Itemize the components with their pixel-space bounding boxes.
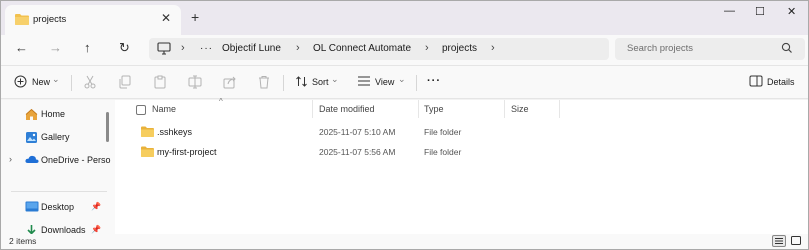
file-list: Name ^ Date modified Type Size .sshkeys … [115, 97, 808, 234]
pin-icon[interactable]: 📌 [91, 202, 101, 211]
navigation-bar: ← → ↑ ↻ › ··· Objectif Lune › OL Connect… [1, 35, 808, 65]
file-name: my-first-project [157, 147, 217, 157]
details-button[interactable]: Details [767, 77, 795, 87]
close-window-button[interactable]: ✕ [787, 5, 796, 18]
divider [283, 75, 284, 91]
up-button[interactable]: ↑ [84, 40, 91, 55]
new-tab-button[interactable]: + [191, 9, 199, 25]
new-button[interactable]: New [32, 77, 50, 87]
sidebar-item-onedrive[interactable]: › OneDrive - Perso [1, 151, 111, 171]
tab-projects[interactable]: projects ✕ [5, 5, 181, 35]
monitor-icon [157, 42, 171, 57]
more-options-button[interactable]: ··· [427, 75, 441, 87]
address-bar[interactable]: › ··· Objectif Lune › OL Connect Automat… [149, 38, 609, 60]
folder-icon [141, 146, 154, 159]
divider [71, 75, 72, 91]
details-view-button[interactable] [772, 235, 786, 247]
file-type: File folder [424, 127, 462, 137]
column-header-size[interactable]: Size [511, 104, 529, 114]
sidebar-scrollbar[interactable] [106, 112, 109, 142]
sidebar-item-gallery[interactable]: Gallery [1, 128, 111, 148]
tab-title: projects [33, 14, 67, 25]
gallery-icon [25, 131, 38, 146]
table-row[interactable]: .sshkeys 2025-11-07 5:10 AM File folder [115, 122, 808, 142]
sort-icon[interactable] [295, 75, 308, 90]
share-icon[interactable] [223, 75, 237, 91]
sidebar-item-downloads[interactable]: Downloads 📌 [1, 221, 111, 234]
folder-icon [141, 126, 154, 139]
rename-icon[interactable] [188, 75, 202, 91]
search-input[interactable]: Search projects [627, 43, 693, 54]
breadcrumb-separator: › [425, 42, 429, 54]
view-icon[interactable] [357, 75, 371, 89]
chevron-down-icon: ⌄ [331, 74, 339, 84]
folder-icon [15, 13, 29, 27]
breadcrumb-separator: › [491, 42, 495, 54]
column-header-date-modified[interactable]: Date modified [319, 104, 375, 114]
home-icon [25, 108, 38, 123]
view-button[interactable]: View [375, 77, 394, 87]
desktop-icon [25, 201, 39, 214]
search-box[interactable]: Search projects [615, 38, 805, 60]
column-header-type[interactable]: Type [424, 104, 444, 114]
details-pane-icon[interactable] [749, 75, 763, 89]
breadcrumb-projects[interactable]: projects [442, 43, 477, 54]
column-divider[interactable] [504, 100, 505, 118]
tiles-view-button[interactable] [790, 235, 804, 247]
search-icon [781, 42, 793, 56]
refresh-button[interactable]: ↻ [119, 40, 130, 56]
sidebar-item-desktop[interactable]: Desktop 📌 [1, 198, 111, 218]
paste-icon[interactable] [153, 75, 167, 91]
column-header-name[interactable]: Name [152, 104, 176, 114]
sidebar-item-label: Desktop [41, 202, 75, 212]
sidebar-item-label: OneDrive - Perso [41, 155, 111, 165]
file-type: File folder [424, 147, 462, 157]
command-bar: New ⌄ Sort ⌄ View ⌄ ··· Details [1, 65, 808, 99]
navigation-pane: Home Gallery › OneDrive - Perso Desktop … [1, 100, 115, 234]
forward-button[interactable]: → [49, 40, 62, 55]
chevron-down-icon: ⌄ [398, 74, 406, 84]
sort-ascending-icon: ^ [219, 97, 223, 106]
breadcrumb-objectif-lune[interactable]: Objectif Lune [222, 43, 281, 54]
item-count: 2 items [9, 236, 37, 246]
file-name: .sshkeys [157, 127, 193, 137]
column-divider[interactable] [312, 100, 313, 118]
column-divider[interactable] [418, 100, 419, 118]
divider [11, 191, 107, 192]
file-date-modified: 2025-11-07 5:10 AM [319, 127, 396, 137]
status-bar: 2 items [1, 234, 808, 249]
breadcrumb-more[interactable]: ··· [200, 43, 213, 54]
file-explorer-window: projects ✕ + — ☐ ✕ ← → ↑ ↻ › ··· Objecti… [0, 0, 809, 250]
back-button[interactable]: ← [15, 40, 28, 55]
title-bar: projects ✕ + — ☐ ✕ [1, 1, 808, 35]
copy-icon[interactable] [118, 75, 132, 91]
column-divider[interactable] [559, 100, 560, 118]
file-date-modified: 2025-11-07 5:56 AM [319, 147, 396, 157]
select-all-checkbox[interactable] [136, 105, 146, 115]
breadcrumb-separator: › [181, 42, 185, 54]
breadcrumb-ol-connect-automate[interactable]: OL Connect Automate [313, 43, 411, 54]
table-row[interactable]: my-first-project 2025-11-07 5:56 AM File… [115, 142, 808, 162]
expand-chevron-icon[interactable]: › [9, 154, 12, 164]
divider [416, 75, 417, 91]
minimize-button[interactable]: — [724, 5, 735, 17]
sort-button[interactable]: Sort [312, 77, 329, 87]
sidebar-item-label: Home [41, 109, 66, 119]
maximize-button[interactable]: ☐ [755, 5, 765, 18]
cut-icon[interactable] [83, 75, 97, 91]
sidebar-item-label: Gallery [41, 132, 70, 142]
sidebar-item-label: Downloads [41, 225, 86, 234]
delete-icon[interactable] [257, 75, 271, 91]
close-tab-icon[interactable]: ✕ [161, 11, 171, 25]
downloads-icon [25, 224, 38, 234]
sidebar-item-home[interactable]: Home [1, 105, 111, 125]
pin-icon[interactable]: 📌 [91, 225, 101, 234]
onedrive-icon [25, 154, 39, 167]
chevron-down-icon: ⌄ [52, 74, 60, 84]
breadcrumb-separator: › [296, 42, 300, 54]
plus-circle-icon[interactable] [14, 75, 27, 90]
